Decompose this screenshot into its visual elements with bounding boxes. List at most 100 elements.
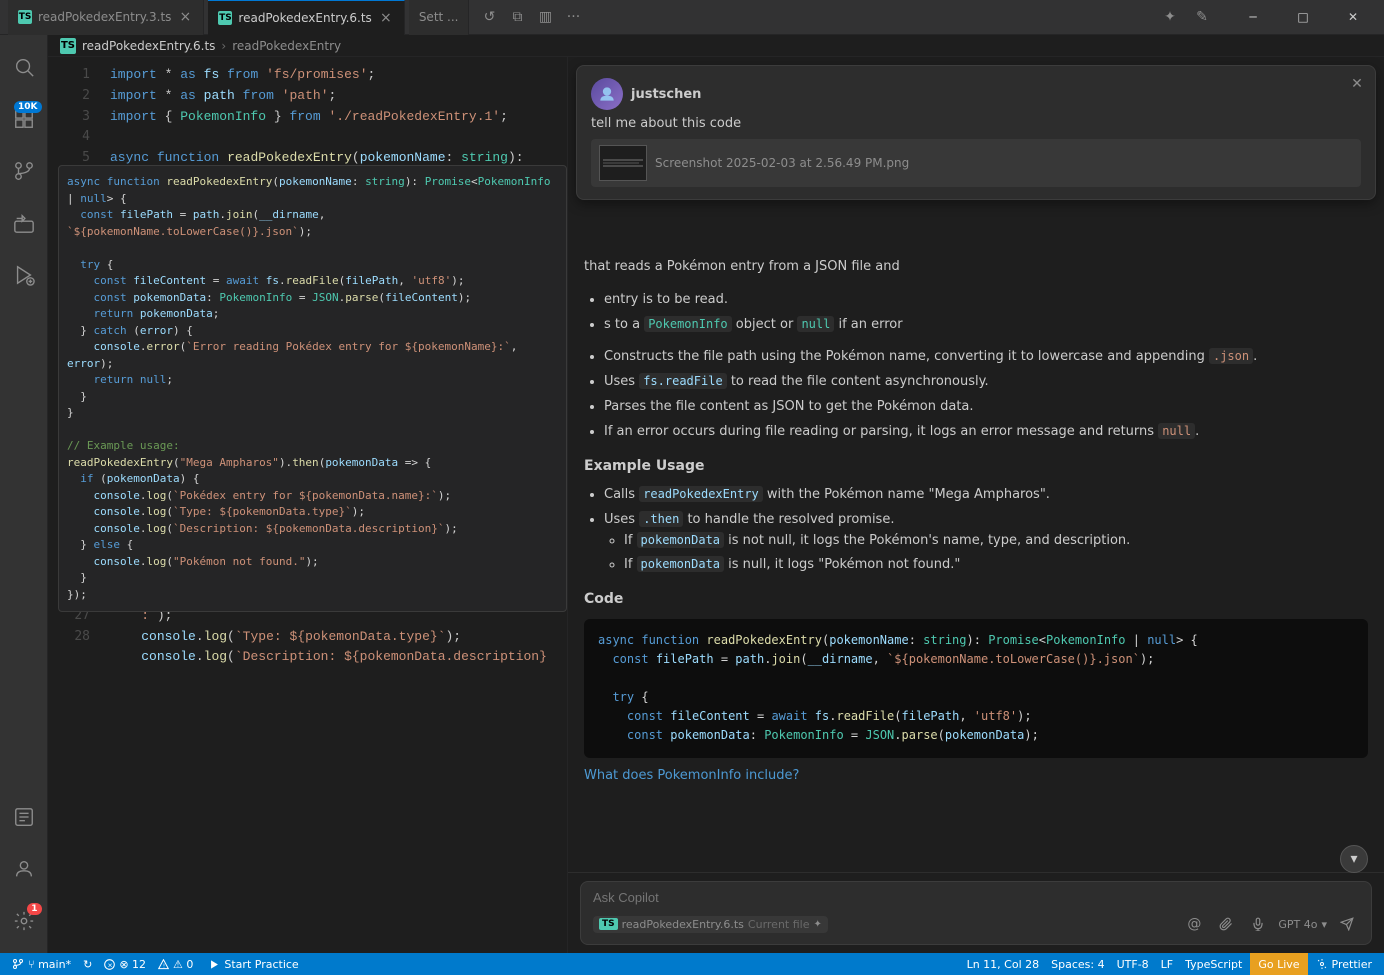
code-heading: Code xyxy=(584,588,1368,610)
activity-log[interactable] xyxy=(0,793,48,841)
settings-badge: 1 xyxy=(27,903,41,915)
tab-close-btn[interactable]: × xyxy=(177,9,193,25)
pokemondata-code1: pokemonData xyxy=(637,532,724,548)
encoding[interactable]: UTF-8 xyxy=(1113,953,1153,975)
code-editor[interactable]: 12345 678910 1112131415 1617181920 21222… xyxy=(48,57,568,953)
readpokedexentry-code: readPokedexEntry xyxy=(639,486,763,502)
ts-file-icon: TS xyxy=(18,10,32,24)
activity-run[interactable] xyxy=(0,251,48,299)
copilot-title-btn[interactable]: ✦ xyxy=(1158,5,1182,29)
settings-tab-label: Sett ... xyxy=(419,10,459,24)
activity-search[interactable] xyxy=(0,43,48,91)
response-intro: that reads a Pokémon entry from a JSON f… xyxy=(584,257,1368,278)
svg-text:✕: ✕ xyxy=(108,962,113,969)
scroll-down-btn[interactable]: ▾ xyxy=(1340,845,1368,873)
error-null-code: null xyxy=(1158,423,1195,439)
example-bullet-calls: Calls readPokedexEntry with the Pokémon … xyxy=(604,485,1368,506)
bullet-uses-readfile: Uses fs.readFile to read the file conten… xyxy=(604,372,1368,393)
example-bullets: Calls readPokedexEntry with the Pokémon … xyxy=(604,485,1368,576)
null-code: null xyxy=(797,316,834,332)
bullet-returns: s to a PokemonInfo object or null if an … xyxy=(604,315,1368,336)
error-count[interactable]: ✕ ⊗ 12 xyxy=(100,953,150,975)
readfile-code: fs.readFile xyxy=(639,373,726,389)
current-file-label: Current file xyxy=(748,918,810,931)
line-ending[interactable]: LF xyxy=(1157,953,1177,975)
send-btn[interactable] xyxy=(1335,912,1359,936)
language[interactable]: TypeScript xyxy=(1181,953,1246,975)
then-code: .then xyxy=(639,511,683,527)
at-mention-btn[interactable]: @ xyxy=(1182,912,1206,936)
sub-bullet-null: If pokemonData is null, it logs "Pokémon… xyxy=(624,555,1368,576)
pokemoninfo-code: PokemonInfo xyxy=(644,316,731,332)
gpt-model-label: GPT 4o xyxy=(1278,918,1317,931)
history-btn[interactable]: ↺ xyxy=(477,5,501,29)
more-btn[interactable]: ··· xyxy=(561,5,585,29)
minimize-btn[interactable]: ─ xyxy=(1230,0,1276,35)
close-header-btn[interactable]: ✕ xyxy=(1347,74,1367,94)
json-code: .json xyxy=(1209,348,1253,364)
mic-btn[interactable] xyxy=(1246,912,1270,936)
constructs-text: Constructs the file path using the Pokém… xyxy=(604,349,1205,364)
spaces[interactable]: Spaces: 4 xyxy=(1047,953,1108,975)
response-bullets: entry is to be read. s to a PokemonInfo … xyxy=(604,290,1368,336)
input-actions: @ xyxy=(1182,912,1359,936)
language-label: TypeScript xyxy=(1185,958,1242,971)
tab-readPokedexEntry3[interactable]: TS readPokedexEntry.3.ts × xyxy=(8,0,204,35)
activity-settings[interactable]: 1 xyxy=(0,897,48,945)
encoding-label: UTF-8 xyxy=(1117,958,1149,971)
sync-icon: ↻ xyxy=(83,958,92,971)
tab-label-active: readPokedexEntry.6.ts xyxy=(238,11,371,25)
activity-extensions[interactable] xyxy=(0,199,48,247)
svg-text:!: ! xyxy=(163,963,165,969)
gpt-model-badge[interactable]: GPT 4o ▾ xyxy=(1278,918,1327,931)
bullet-entry: entry is to be read. xyxy=(604,290,1368,311)
user-message: tell me about this code xyxy=(591,116,1361,131)
how-it-works-list: Constructs the file path using the Pokém… xyxy=(604,347,1368,442)
cursor-position-label: Ln 11, Col 28 xyxy=(967,958,1040,971)
maximize-btn[interactable]: □ xyxy=(1280,0,1326,35)
tab-close-active-btn[interactable]: × xyxy=(378,10,394,26)
go-live-btn[interactable]: Go Live xyxy=(1250,953,1307,975)
start-practice-btn[interactable]: Start Practice xyxy=(201,953,306,975)
editor-content: 12345 678910 1112131415 1617181920 21222… xyxy=(48,57,1384,953)
git-branch[interactable]: ⑂ main* xyxy=(8,953,75,975)
close-btn[interactable]: ✕ xyxy=(1330,0,1376,35)
editor-area: TS readPokedexEntry.6.ts › readPokedexEn… xyxy=(48,35,1384,953)
layout-btn[interactable]: ▥ xyxy=(533,5,557,29)
tab-bar: TS readPokedexEntry.3.ts × TS readPokede… xyxy=(8,0,1154,35)
ask-copilot-input[interactable] xyxy=(593,890,1359,905)
breadcrumb: TS readPokedexEntry.6.ts › readPokedexEn… xyxy=(48,35,1384,57)
activity-source-control[interactable] xyxy=(0,147,48,195)
prettier-btn[interactable]: Prettier xyxy=(1312,953,1376,975)
example-bullet-uses-then: Uses .then to handle the resolved promis… xyxy=(604,510,1368,576)
split-editor-btn[interactable]: ⧉ xyxy=(505,5,529,29)
explorer-badge: 10K xyxy=(14,101,42,113)
tab-settings[interactable]: Sett ... xyxy=(409,0,470,35)
activity-account[interactable] xyxy=(0,845,48,893)
error-text: If an error occurs during file reading o… xyxy=(604,424,1154,439)
prettier-label: Prettier xyxy=(1332,958,1372,971)
response-intro-text: that reads a Pokémon entry from a JSON f… xyxy=(584,259,900,274)
activity-explorer[interactable]: 10K xyxy=(0,95,48,143)
current-file-badge[interactable]: TS readPokedexEntry.6.ts Current file ✦ xyxy=(593,916,828,933)
attach-btn[interactable] xyxy=(1214,912,1238,936)
copilot-chat-header: justschen tell me about this code Screen… xyxy=(576,65,1376,200)
pokemon-info-link[interactable]: What does PokemonInfo include? xyxy=(584,768,799,783)
chat-user-row: justschen xyxy=(591,78,1361,110)
sparkle-icon: ✦ xyxy=(814,919,822,930)
response-code-block: async function readPokedexEntry(pokemonN… xyxy=(584,619,1368,758)
go-live-label: Go Live xyxy=(1258,958,1299,971)
ask-input-container: TS readPokedexEntry.6.ts Current file ✦ … xyxy=(580,881,1372,945)
window-controls: ─ □ ✕ xyxy=(1230,0,1376,35)
breadcrumb-separator: › xyxy=(221,39,226,53)
current-file-name: readPokedexEntry.6.ts xyxy=(622,918,744,931)
sync-btn[interactable]: ↻ xyxy=(79,953,96,975)
screenshot-preview[interactable]: Screenshot 2025-02-03 at 2.56.49 PM.png xyxy=(591,139,1361,187)
user-avatar xyxy=(591,78,623,110)
copilot-panel: justschen tell me about this code Screen… xyxy=(568,57,1384,953)
edit-title-btn[interactable]: ✎ xyxy=(1190,5,1214,29)
tab-readPokedexEntry6[interactable]: TS readPokedexEntry.6.ts × xyxy=(208,0,404,35)
cursor-position[interactable]: Ln 11, Col 28 xyxy=(963,953,1044,975)
uses-text: Uses xyxy=(604,374,635,389)
warning-count[interactable]: ! ⚠ 0 xyxy=(154,953,197,975)
